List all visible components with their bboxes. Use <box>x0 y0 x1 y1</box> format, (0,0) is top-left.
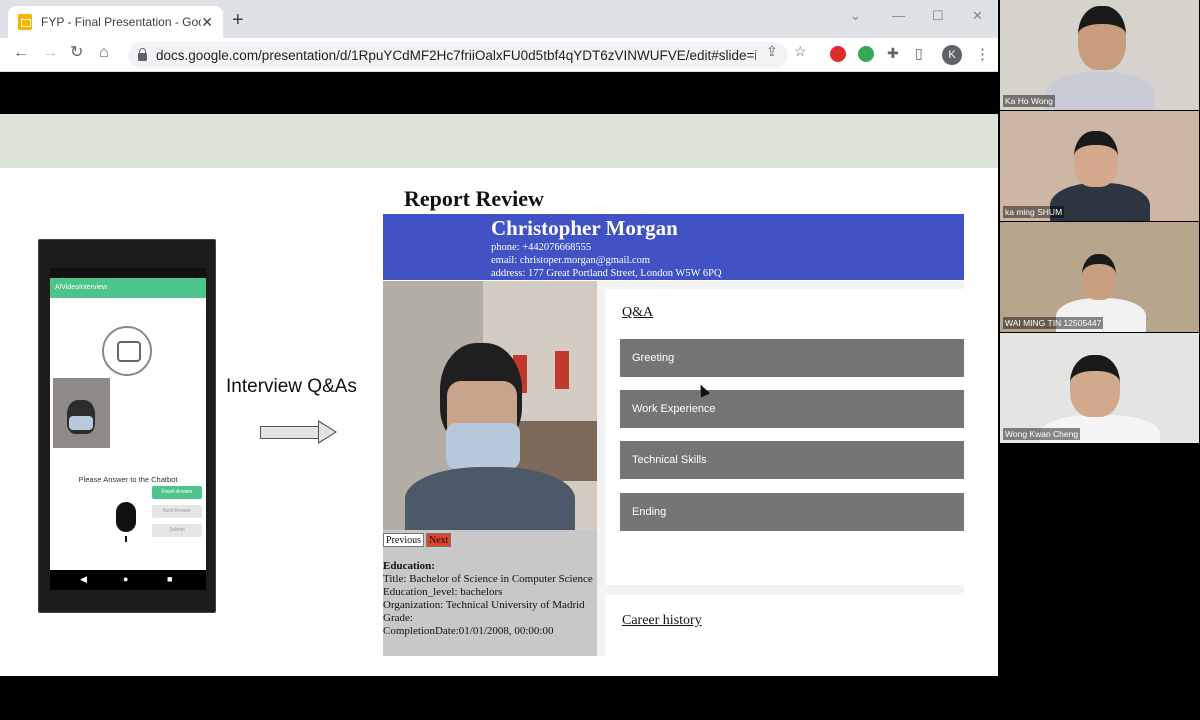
participant-tile[interactable]: ka ming SHUM <box>1000 111 1199 221</box>
education-completion: CompletionDate:01/01/2008, 00:00:00 <box>383 625 554 637</box>
qa-panel <box>605 289 964 585</box>
participant-tile[interactable]: WAI MING TIN 12505447 <box>1000 222 1199 332</box>
qa-title: Q&A <box>622 305 654 320</box>
arrow-right-icon <box>260 426 320 439</box>
new-tab-icon[interactable]: + <box>232 10 244 30</box>
phone-mockup: AiVideoInterview Please Answer to the Ch… <box>38 239 216 613</box>
participant-name: WAI MING TIN 12505447 <box>1003 317 1104 329</box>
candidate-phone: phone: +442076668555 <box>491 242 592 253</box>
profile-avatar[interactable]: K <box>942 45 962 65</box>
interview-qa-label: Interview Q&As <box>226 376 357 397</box>
education-section: Education: Title: Bachelor of Science in… <box>383 560 597 638</box>
back-triangle-icon: ◀ <box>80 574 87 584</box>
phone-submit-button: Submit <box>152 524 202 537</box>
phone-finish-button: Finish Answer <box>152 486 202 499</box>
slide-header-band <box>0 114 998 168</box>
phone-app-bar: AiVideoInterview <box>50 278 206 298</box>
puzzle-icon[interactable]: ✚ <box>887 45 899 62</box>
phone-next-button: Next Answer <box>152 505 202 518</box>
education-title: Title: Bachelor of Science in Computer S… <box>383 573 593 585</box>
candidate-name: Christopher Morgan <box>491 216 678 240</box>
participant-name: Ka Ho Wong <box>1003 95 1056 107</box>
education-organization: Organization: Technical University of Ma… <box>383 599 585 611</box>
slides-icon <box>18 14 32 30</box>
side-panel-icon[interactable]: ▯ <box>915 45 923 62</box>
maximize-icon[interactable]: ☐ <box>932 8 944 24</box>
window-close-icon[interactable]: ✕ <box>972 8 983 24</box>
forward-icon[interactable]: → <box>42 45 58 61</box>
report-left-column: Previous Next Education: Title: Bachelor… <box>383 281 597 656</box>
star-icon[interactable]: ☆ <box>794 43 807 60</box>
participant-name: ka ming SHUM <box>1003 206 1065 218</box>
address-bar[interactable]: docs.google.com/presentation/d/1RpuYCdMF… <box>128 42 788 68</box>
recents-square-icon: ■ <box>167 574 173 584</box>
qa-item-work-experience[interactable]: Work Experience <box>620 390 964 428</box>
phone-prompt: Please Answer to the Chatbot <box>78 475 178 484</box>
reload-icon[interactable]: ↻ <box>70 45 83 61</box>
presentation-slide: AiVideoInterview Please Answer to the Ch… <box>0 114 998 676</box>
education-grade: Grade: <box>383 612 413 624</box>
robot-icon <box>102 326 152 376</box>
browser-tab-strip: FYP - Final Presentation - Goo ✕ + ⌄ — ☐… <box>0 0 998 38</box>
tab-title: FYP - Final Presentation - Goo <box>41 15 201 29</box>
participant-name: Wong Kwan Cheng <box>1003 428 1081 440</box>
candidate-email: email: christoper.morgan@gmail.com <box>491 255 651 266</box>
qa-item-greeting[interactable]: Greeting <box>620 339 964 377</box>
minimize-icon[interactable]: — <box>892 8 905 23</box>
candidate-header: Christopher Morgan phone: +442076668555 … <box>383 214 964 280</box>
candidate-address: address: 177 Great Portland Street, Lond… <box>491 268 722 279</box>
extension-globe-icon[interactable] <box>858 46 874 62</box>
education-heading: Education: <box>383 560 435 572</box>
more-menu-icon[interactable]: ⋮ <box>975 45 990 63</box>
extension-opera-icon[interactable] <box>830 46 846 62</box>
next-button[interactable]: Next <box>426 533 452 547</box>
qa-item-technical-skills[interactable]: Technical Skills <box>620 441 964 479</box>
phone-nav-bar: ◀ ● ■ <box>50 570 206 590</box>
phone-status-bar <box>50 268 206 278</box>
url-text[interactable]: docs.google.com/presentation/d/1RpuYCdMF… <box>156 48 756 63</box>
previous-button[interactable]: Previous <box>383 533 424 547</box>
qa-item-ending[interactable]: Ending <box>620 493 964 531</box>
back-icon[interactable]: ← <box>13 45 29 61</box>
slide-letterbox-bottom <box>0 676 998 720</box>
phone-screen: Please Answer to the Chatbot Finish Answ… <box>50 298 206 570</box>
microphone-icon <box>116 502 136 542</box>
share-icon[interactable]: ⇪ <box>766 43 778 60</box>
education-level: Education_level: bachelors <box>383 586 503 598</box>
interview-video <box>383 281 597 530</box>
video-pagination: Previous Next <box>383 533 452 547</box>
browser-toolbar: ← → ↻ ⌂ docs.google.com/presentation/d/1… <box>0 38 998 72</box>
participant-tile[interactable]: Wong Kwan Cheng <box>1000 333 1199 443</box>
close-icon[interactable]: ✕ <box>201 14 213 31</box>
participant-tile[interactable]: Ka Ho Wong <box>1000 0 1199 110</box>
career-history-title[interactable]: Career history <box>622 613 702 629</box>
chevron-down-icon[interactable]: ⌄ <box>850 8 861 24</box>
screen: FYP - Final Presentation - Goo ✕ + ⌄ — ☐… <box>0 0 1200 720</box>
home-icon[interactable]: ⌂ <box>99 45 109 61</box>
report-review-title: Report Review <box>404 186 544 211</box>
slide-letterbox-top <box>0 72 998 114</box>
home-circle-icon: ● <box>123 574 129 584</box>
phone-camera-preview <box>53 378 110 448</box>
browser-tab[interactable]: FYP - Final Presentation - Goo ✕ <box>8 6 223 38</box>
lock-icon <box>138 47 147 61</box>
